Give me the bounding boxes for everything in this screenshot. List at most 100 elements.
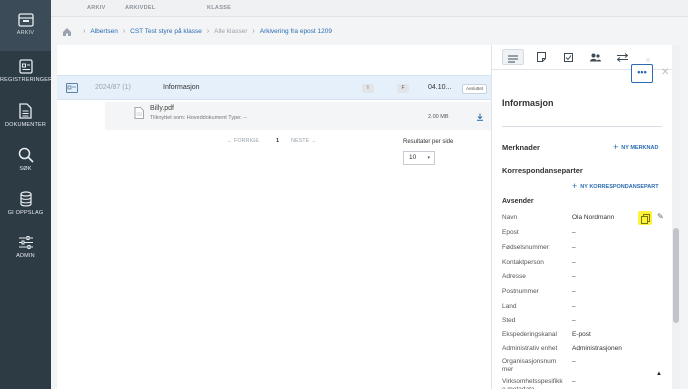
- nav-label: REGISTRERINGER: [0, 77, 53, 83]
- breadcrumb-item[interactable]: Albertsen: [90, 28, 117, 35]
- scrollbar-thumb[interactable]: [673, 228, 679, 323]
- plus-icon: +: [613, 142, 619, 152]
- record-number: 2024/87 (1): [95, 84, 131, 91]
- column-header-arkiv[interactable]: ARKIV: [87, 5, 106, 11]
- breadcrumb-item[interactable]: Arkivering fra epost 1209: [260, 28, 332, 35]
- file-icon: [134, 107, 144, 119]
- nav-label: GI OPPSLAG: [7, 210, 44, 216]
- merknader-heading: Merknader: [502, 143, 540, 152]
- download-icon[interactable]: [476, 113, 484, 121]
- detail-panel: » ••• ✕ Informasjon Merknader + NY MERKNA…: [491, 45, 681, 389]
- archive-icon: [17, 13, 34, 27]
- field-label: Virksomhetsspesifikke metadata: [502, 378, 563, 389]
- add-note-label: NY MERKNAD: [621, 145, 659, 151]
- registration-icon: [66, 83, 78, 93]
- field-label: Kontaktperson: [502, 259, 544, 266]
- field-label: Ekspederingskanal: [502, 331, 557, 338]
- close-icon[interactable]: ✕: [661, 67, 669, 78]
- avsender-heading: Avsender: [502, 198, 534, 205]
- field-value: –: [572, 378, 576, 385]
- field-value: –: [572, 273, 576, 280]
- field-value: –: [572, 303, 576, 310]
- tab-transfer[interactable]: [611, 49, 633, 65]
- direction-badge: I: [362, 84, 374, 93]
- collapse-arrow-icon[interactable]: ▲: [656, 371, 662, 377]
- breadcrumb-item[interactable]: CST Test styre på klasse: [130, 28, 202, 35]
- results-per-page-label: Resultater per side: [403, 139, 454, 145]
- file-name[interactable]: Billy.pdf: [150, 105, 174, 112]
- nav-item-admin[interactable]: ADMIN: [0, 235, 51, 265]
- edit-icon[interactable]: ✎: [657, 212, 664, 221]
- status-badge: F: [397, 84, 409, 93]
- record-list: 2024/87 (1) Informasjon I F 04.10... Avs…: [57, 45, 491, 389]
- divider: [502, 126, 662, 127]
- nav-item-dokumenter[interactable]: DOKUMENTER: [0, 103, 51, 135]
- field-value: –: [572, 317, 576, 324]
- double-chevron-right-icon: »: [645, 55, 651, 64]
- users-icon: [589, 53, 601, 62]
- chevron-right-icon: ›: [83, 28, 86, 35]
- breadcrumb-item[interactable]: Alle klasser: [214, 28, 247, 35]
- file-row[interactable]: Billy.pdf Tilknyttet som: Hoveddokument …: [105, 102, 491, 130]
- nav-label: ARKIV: [16, 30, 35, 36]
- next-page-button[interactable]: NESTE →: [291, 138, 316, 144]
- search-icon: [18, 147, 34, 163]
- field-label: Navn: [502, 214, 518, 221]
- field-label: Organisasjonsnummer: [502, 358, 557, 373]
- nav-item-arkiv[interactable]: ARKIV: [0, 0, 51, 51]
- note-icon: [536, 52, 546, 62]
- table-row[interactable]: 2024/87 (1) Informasjon I F 04.10... Avs…: [57, 75, 491, 100]
- tab-parties[interactable]: [584, 49, 606, 65]
- sliders-icon: [18, 236, 33, 249]
- nav-item-gi-oppslag[interactable]: GI OPPSLAG: [0, 191, 51, 223]
- scrollbar-track[interactable]: [672, 45, 680, 389]
- copy-icon[interactable]: [638, 211, 652, 225]
- field-label: Land: [502, 303, 517, 310]
- results-per-page-value: 10: [409, 154, 417, 161]
- field-value: Ola Nordmann: [572, 214, 615, 221]
- add-party-label: NY KORRESPONDANSEPART: [580, 184, 659, 190]
- field-label: Sted: [502, 317, 516, 324]
- chevron-right-icon: ›: [206, 28, 210, 35]
- list-lines-icon: [508, 55, 518, 63]
- field-label: Postnummer: [502, 288, 539, 295]
- record-date: 04.10...: [428, 84, 452, 91]
- breadcrumb: › Albertsen › CST Test styre på klasse ›…: [57, 18, 491, 45]
- field-value: –: [572, 259, 576, 266]
- registration-icon: [18, 59, 33, 74]
- add-party-button[interactable]: + NY KORRESPONDANSEPART: [572, 181, 659, 191]
- field-value: E-post: [572, 331, 591, 338]
- tab-tasks[interactable]: [557, 49, 579, 65]
- prev-page-button[interactable]: ← FORRIGE: [227, 138, 259, 144]
- tab-expand[interactable]: »: [637, 49, 659, 65]
- field-label: Fødselsnummer: [502, 244, 549, 251]
- plus-icon: +: [572, 181, 578, 191]
- nav-label: SØK: [19, 166, 32, 172]
- column-header-strip: ARKIV ARKIVDEL KLASSE: [51, 0, 688, 17]
- field-value: Administrasjonen: [572, 345, 622, 352]
- results-per-page-select[interactable]: 10 ▾: [403, 151, 435, 165]
- nav-item-sok[interactable]: SØK: [0, 147, 51, 179]
- field-value: –: [572, 244, 576, 251]
- nav-item-registreringer[interactable]: REGISTRERINGER: [0, 59, 53, 91]
- record-title[interactable]: Informasjon: [163, 84, 200, 91]
- database-icon: [19, 191, 32, 207]
- chevron-down-icon: ▾: [427, 155, 430, 161]
- file-meta: Tilknyttet som: Hoveddokument Type: --: [150, 115, 247, 121]
- field-label: Adresse: [502, 273, 526, 280]
- current-page: 1: [276, 138, 280, 144]
- field-label: Epost: [502, 229, 519, 236]
- document-icon: [19, 103, 32, 119]
- field-value: –: [572, 229, 576, 236]
- field-label: Administrativ enhet: [502, 345, 558, 352]
- home-icon[interactable]: [62, 27, 72, 37]
- tab-info[interactable]: [502, 49, 524, 65]
- tab-notes[interactable]: [530, 49, 552, 65]
- column-header-arkivdel[interactable]: ARKIVDEL: [125, 5, 156, 11]
- checkbox-icon: [563, 53, 573, 62]
- status-badge: Avsluttet: [462, 84, 488, 94]
- add-note-button[interactable]: + NY MERKNAD: [613, 142, 658, 152]
- column-header-klasse[interactable]: KLASSE: [207, 5, 231, 11]
- swap-arrows-icon: [616, 53, 628, 62]
- more-options-button[interactable]: •••: [631, 64, 653, 83]
